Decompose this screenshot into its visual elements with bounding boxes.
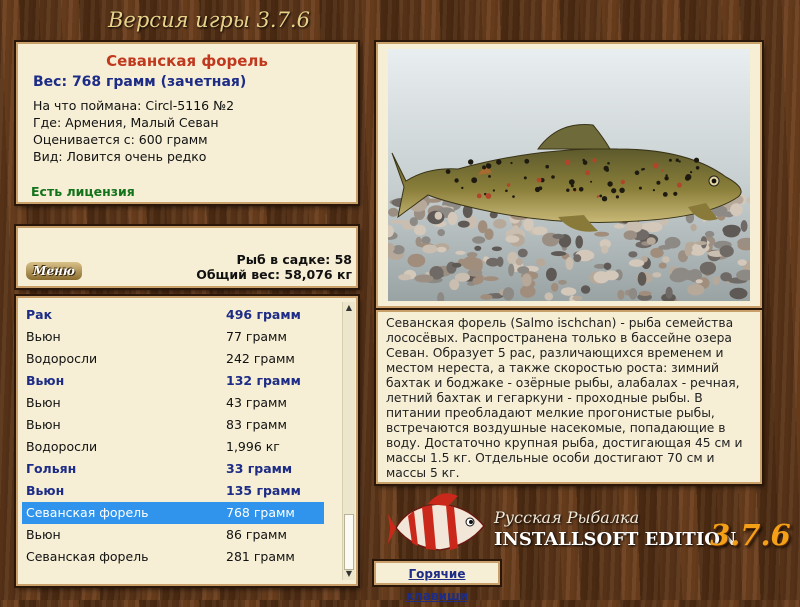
list-item-weight: 135 грамм: [226, 483, 301, 498]
list-item[interactable]: Севанская форель 281 грамм: [22, 546, 324, 568]
location-line: Где: Армения, Малый Севан: [33, 115, 219, 130]
list-item[interactable]: Севанская форель 768 грамм: [22, 502, 324, 524]
list-item[interactable]: Вьюн 77 грамм: [22, 326, 324, 348]
list-item-name: Водоросли: [26, 439, 98, 454]
title-bar: Версия игры 3.7.6: [0, 0, 800, 42]
license-status: Есть лицензия: [31, 184, 135, 199]
fish-photo: [388, 49, 750, 301]
bait-line: На что поймана: Circl-5116 №2: [33, 98, 235, 113]
list-item[interactable]: Вьюн 83 грамм: [22, 414, 324, 436]
valued-from-line: Оценивается с: 600 грамм: [33, 132, 208, 147]
list-item-weight: 1,996 кг: [226, 439, 280, 454]
fish-weight: Вес: 768 грамм (зачетная): [33, 74, 247, 90]
menu-button[interactable]: Меню: [26, 262, 82, 280]
rarity-line: Вид: Ловится очень редко: [33, 149, 207, 164]
list-item-name: Вьюн: [26, 417, 61, 432]
catch-list: Рак 496 грамм Вьюн 77 грамм Водоросли 242 гра…: [16, 296, 358, 586]
list-item-weight: 43 грамм: [226, 395, 287, 410]
list-item-weight: 496 грамм: [226, 307, 301, 322]
list-item-weight: 768 грамм: [226, 505, 295, 520]
list-item[interactable]: Вьюн 132 грамм: [22, 370, 324, 392]
game-version-title: Версия игры 3.7.6: [108, 8, 310, 32]
brand-version: 3.7.6: [710, 518, 791, 552]
fish-count: Рыб в садке: 58: [236, 252, 352, 267]
list-item[interactable]: Рак 496 грамм: [22, 304, 324, 326]
list-item-name: Вьюн: [26, 329, 61, 344]
list-item[interactable]: Водоросли 1,996 кг: [22, 436, 324, 458]
list-item[interactable]: Водоросли 242 грамм: [22, 348, 324, 370]
brand-edition: INSTALLSOFT EDITION: [494, 529, 737, 550]
list-item-weight: 83 грамм: [226, 417, 287, 432]
list-item-name: Рак: [26, 307, 53, 322]
fish-description-panel: Севанская форель (Salmo ischchan) - рыба…: [376, 310, 762, 484]
keepnet-stats-panel: Меню Рыб в садке: 58 Общий вес: 58,076 к…: [16, 226, 358, 288]
list-item-name: Вьюн: [26, 527, 61, 542]
fish-name: Севанская форель: [106, 52, 268, 70]
list-item-name: Гольян: [26, 461, 77, 476]
striped-fish-logo-icon: [388, 493, 485, 551]
list-item[interactable]: Вьюн 86 грамм: [22, 524, 324, 546]
list-item-weight: 86 грамм: [226, 527, 287, 542]
brand-title: Русская Рыбалка: [494, 508, 640, 527]
list-item[interactable]: Вьюн 135 грамм: [22, 480, 324, 502]
list-item-weight: 132 грамм: [226, 373, 301, 388]
scroll-up-arrow-icon[interactable]: ▲: [343, 302, 355, 314]
scrollbar-thumb[interactable]: [344, 514, 354, 570]
list-item-weight: 281 грамм: [226, 549, 295, 564]
list-item[interactable]: Гольян 33 грамм: [22, 458, 324, 480]
list-item-name: Севанская форель: [26, 549, 149, 564]
list-item-weight: 77 грамм: [226, 329, 287, 344]
list-item-weight: 242 грамм: [226, 351, 295, 366]
hotkeys-button[interactable]: Горячие клавиши: [374, 561, 500, 603]
list-item-weight: 33 грамм: [226, 461, 293, 476]
fish-picture-panel: [376, 42, 762, 308]
total-weight: Общий вес: 58,076 кг: [196, 267, 352, 282]
list-item[interactable]: Вьюн 43 грамм: [22, 392, 324, 414]
list-scrollbar[interactable]: ▲ ▼: [342, 302, 355, 580]
list-item-name: Вьюн: [26, 395, 61, 410]
list-item-name: Вьюн: [26, 483, 65, 498]
list-item-name: Севанская форель: [26, 505, 149, 520]
scroll-down-arrow-icon[interactable]: ▼: [343, 568, 355, 580]
fish-description: Севанская форель (Salmo ischchan) - рыба…: [386, 316, 743, 480]
list-item-name: Вьюн: [26, 373, 65, 388]
fish-info-panel: Севанская форель Вес: 768 грамм (зачетна…: [16, 42, 358, 204]
list-item-name: Водоросли: [26, 351, 98, 366]
